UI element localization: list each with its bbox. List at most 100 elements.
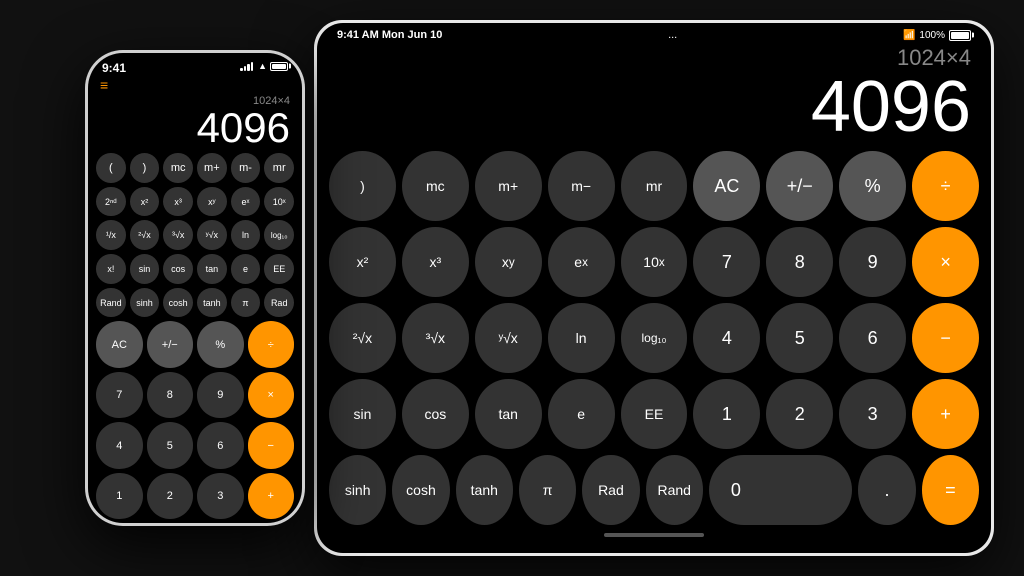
iphone-btn-ee[interactable]: EE xyxy=(264,254,294,284)
iphone-btn-multiply[interactable]: × xyxy=(248,372,295,419)
iphone-btn-5[interactable]: 5 xyxy=(147,422,194,469)
iphone-btn-ln[interactable]: ln xyxy=(231,220,261,250)
ipad-btn-rand[interactable]: Rand xyxy=(646,455,703,525)
iphone-btn-3[interactable]: 3 xyxy=(197,473,244,520)
ipad-btn-dot[interactable]: . xyxy=(858,455,915,525)
iphone-btn-paren-open[interactable]: ( xyxy=(96,153,126,183)
ipad-btn-paren-close[interactable]: ) xyxy=(329,151,396,221)
iphone-num-row-4: 1 2 3 + xyxy=(96,473,294,520)
ipad-btn-equals[interactable]: = xyxy=(922,455,979,525)
iphone-btn-mr[interactable]: mr xyxy=(264,153,294,183)
ipad-btn-sin[interactable]: sin xyxy=(329,379,396,449)
ipad-btn-e[interactable]: e xyxy=(548,379,615,449)
ipad-btn-mplus[interactable]: m+ xyxy=(475,151,542,221)
iphone-btn-cosh[interactable]: cosh xyxy=(163,288,193,318)
iphone-btn-divide[interactable]: ÷ xyxy=(248,321,295,368)
iphone-btn-rand[interactable]: Rand xyxy=(96,288,126,318)
iphone-btn-3sqrtx[interactable]: ³√x xyxy=(163,220,193,250)
ipad-btn-3[interactable]: 3 xyxy=(839,379,906,449)
battery-icon xyxy=(949,30,971,41)
iphone-status-bar: 9:41 ▲ xyxy=(88,53,302,75)
iphone-btn-mminus[interactable]: m- xyxy=(231,153,261,183)
iphone-btn-1x[interactable]: ¹/x xyxy=(96,220,126,250)
ipad-btn-tanh[interactable]: tanh xyxy=(456,455,513,525)
ipad-btn-mminus[interactable]: m− xyxy=(548,151,615,221)
ipad-btn-tan[interactable]: tan xyxy=(475,379,542,449)
ipad-btn-0[interactable]: 0 xyxy=(709,455,853,525)
ipad-btn-ln[interactable]: ln xyxy=(548,303,615,373)
iphone-buttons: ( ) mc m+ m- mr 2ⁿᵈ x² x³ xʸ eˣ 10ˣ xyxy=(96,153,294,523)
iphone-btn-plusminus[interactable]: +/− xyxy=(147,321,194,368)
ipad-btn-percent[interactable]: % xyxy=(839,151,906,221)
iphone-btn-2nd[interactable]: 2ⁿᵈ xyxy=(96,187,126,217)
ipad-btn-plus[interactable]: + xyxy=(912,379,979,449)
iphone-btn-rad[interactable]: Rad xyxy=(264,288,294,318)
ipad-btn-2[interactable]: 2 xyxy=(766,379,833,449)
ipad-btn-cosh[interactable]: cosh xyxy=(392,455,449,525)
ipad-btn-cos[interactable]: cos xyxy=(402,379,469,449)
ipad-btn-ee[interactable]: EE xyxy=(621,379,688,449)
menu-icon[interactable]: ≡ xyxy=(100,77,108,93)
signal-bar-1 xyxy=(240,68,243,71)
iphone-btn-mc[interactable]: mc xyxy=(163,153,193,183)
ipad-btn-rad[interactable]: Rad xyxy=(582,455,639,525)
ipad-btn-mr[interactable]: mr xyxy=(621,151,688,221)
ipad-btn-9[interactable]: 9 xyxy=(839,227,906,297)
ipad-btn-5[interactable]: 5 xyxy=(766,303,833,373)
iphone-btn-plus[interactable]: + xyxy=(248,473,295,520)
ipad-btn-minus[interactable]: − xyxy=(912,303,979,373)
ipad-btn-6[interactable]: 6 xyxy=(839,303,906,373)
iphone-btn-sin[interactable]: sin xyxy=(130,254,160,284)
iphone-btn-x3[interactable]: x³ xyxy=(163,187,193,217)
ipad-btn-1[interactable]: 1 xyxy=(693,379,760,449)
ipad-btn-pi[interactable]: π xyxy=(519,455,576,525)
iphone-btn-log10[interactable]: log₁₀ xyxy=(264,220,294,250)
ipad-btn-ysqrtx[interactable]: ʸ√x xyxy=(475,303,542,373)
ipad-btn-2sqrtx[interactable]: ²√x xyxy=(329,303,396,373)
iphone-btn-tanh[interactable]: tanh xyxy=(197,288,227,318)
iphone-btn-paren-close[interactable]: ) xyxy=(130,153,160,183)
ipad-btn-3sqrtx[interactable]: ³√x xyxy=(402,303,469,373)
iphone-btn-2sqrtx[interactable]: ²√x xyxy=(130,220,160,250)
ipad-btn-4[interactable]: 4 xyxy=(693,303,760,373)
ipad-btn-7[interactable]: 7 xyxy=(693,227,760,297)
iphone-btn-9[interactable]: 9 xyxy=(197,372,244,419)
ipad-btn-sinh[interactable]: sinh xyxy=(329,455,386,525)
iphone-btn-tan[interactable]: tan xyxy=(197,254,227,284)
ipad-btn-xy[interactable]: xy xyxy=(475,227,542,297)
ipad-btn-10x[interactable]: 10x xyxy=(621,227,688,297)
iphone-time: 9:41 xyxy=(102,61,126,75)
iphone-btn-cos[interactable]: cos xyxy=(163,254,193,284)
ipad-btn-log10[interactable]: log₁₀ xyxy=(621,303,688,373)
iphone-btn-ex[interactable]: eˣ xyxy=(231,187,261,217)
ipad-btn-divide[interactable]: ÷ xyxy=(912,151,979,221)
iphone-btn-sinh[interactable]: sinh xyxy=(130,288,160,318)
ipad-btn-ac[interactable]: AC xyxy=(693,151,760,221)
iphone-btn-percent[interactable]: % xyxy=(197,321,244,368)
iphone-btn-10x[interactable]: 10ˣ xyxy=(264,187,294,217)
iphone-btn-xfact[interactable]: x! xyxy=(96,254,126,284)
iphone-btn-7[interactable]: 7 xyxy=(96,372,143,419)
iphone-btn-1[interactable]: 1 xyxy=(96,473,143,520)
ipad-btn-8[interactable]: 8 xyxy=(766,227,833,297)
iphone-btn-2[interactable]: 2 xyxy=(147,473,194,520)
ipad-btn-x2[interactable]: x² xyxy=(329,227,396,297)
ipad-btn-mc[interactable]: mc xyxy=(402,151,469,221)
iphone-btn-pi[interactable]: π xyxy=(231,288,261,318)
iphone-btn-minus[interactable]: − xyxy=(248,422,295,469)
iphone-btn-ysqrtx[interactable]: ʸ√x xyxy=(197,220,227,250)
iphone-btn-8[interactable]: 8 xyxy=(147,372,194,419)
iphone-btn-4[interactable]: 4 xyxy=(96,422,143,469)
iphone-btn-6[interactable]: 6 xyxy=(197,422,244,469)
iphone-btn-ac[interactable]: AC xyxy=(96,321,143,368)
ipad-btn-multiply[interactable]: × xyxy=(912,227,979,297)
iphone-btn-xy[interactable]: xʸ xyxy=(197,187,227,217)
iphone-status-icons: ▲ xyxy=(240,61,288,71)
ipad-btn-plusminus[interactable]: +/− xyxy=(766,151,833,221)
iphone-btn-e[interactable]: e xyxy=(231,254,261,284)
iphone-btn-x2[interactable]: x² xyxy=(130,187,160,217)
ipad-btn-x3[interactable]: x³ xyxy=(402,227,469,297)
ipad-device: 9:41 AM Mon Jun 10 ... 📶 100% 1024×4 409… xyxy=(314,20,994,556)
iphone-btn-mplus[interactable]: m+ xyxy=(197,153,227,183)
ipad-btn-ex[interactable]: ex xyxy=(548,227,615,297)
